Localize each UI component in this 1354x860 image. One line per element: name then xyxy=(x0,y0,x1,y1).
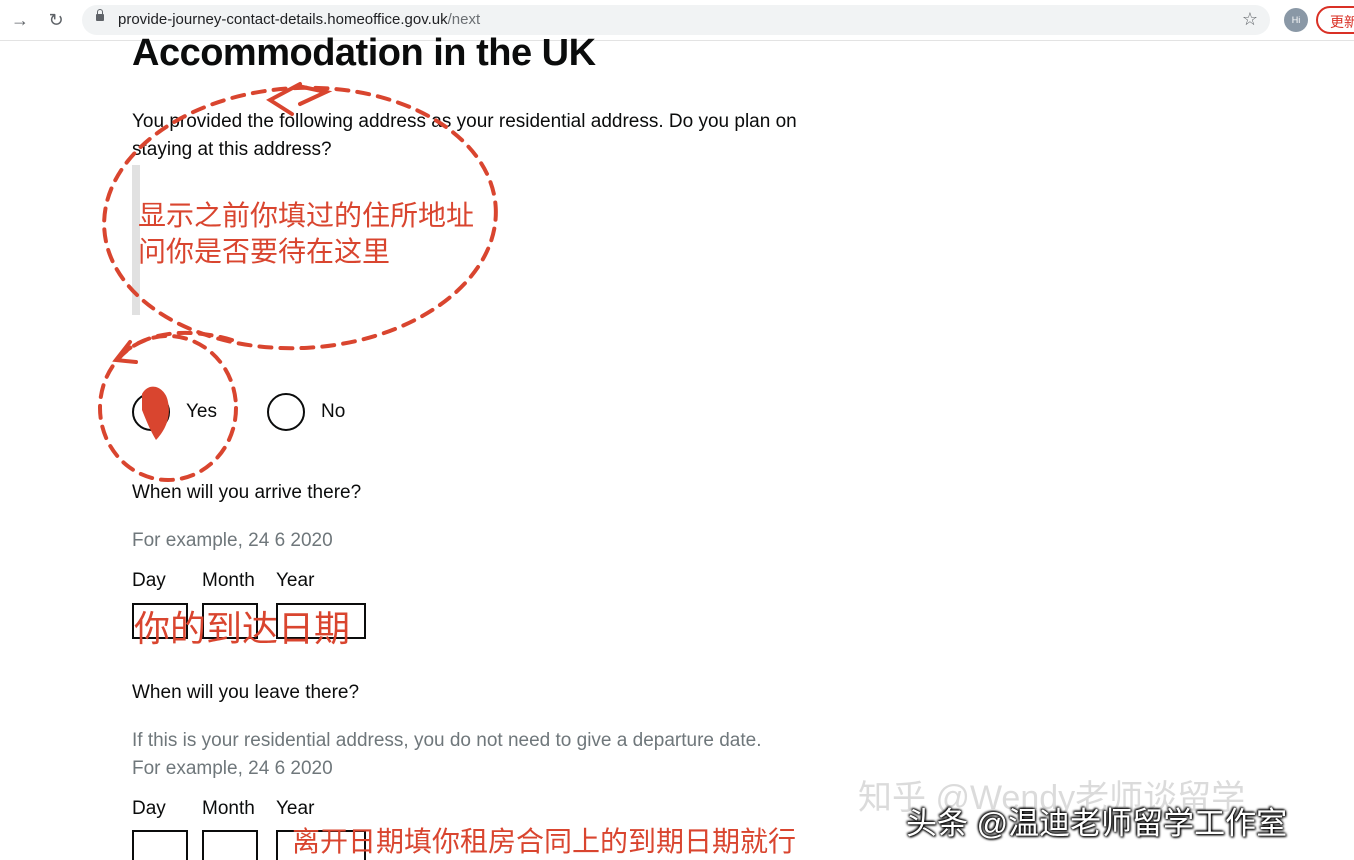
selection-scribble xyxy=(142,386,169,440)
toutiao-watermark: 头条 @温迪老师留学工作室 xyxy=(906,806,1288,841)
annotation-arrive-date: 你的到达日期 xyxy=(134,609,351,650)
annotation-overlay xyxy=(98,82,498,482)
annotation-address-line1: 显示之前你填过的住所地址 xyxy=(138,199,475,232)
annotation-leave-date: 离开日期填你租房合同上的到期日期就行 xyxy=(292,825,797,858)
annotation-address-line2: 问你是否要待在这里 xyxy=(138,235,391,268)
